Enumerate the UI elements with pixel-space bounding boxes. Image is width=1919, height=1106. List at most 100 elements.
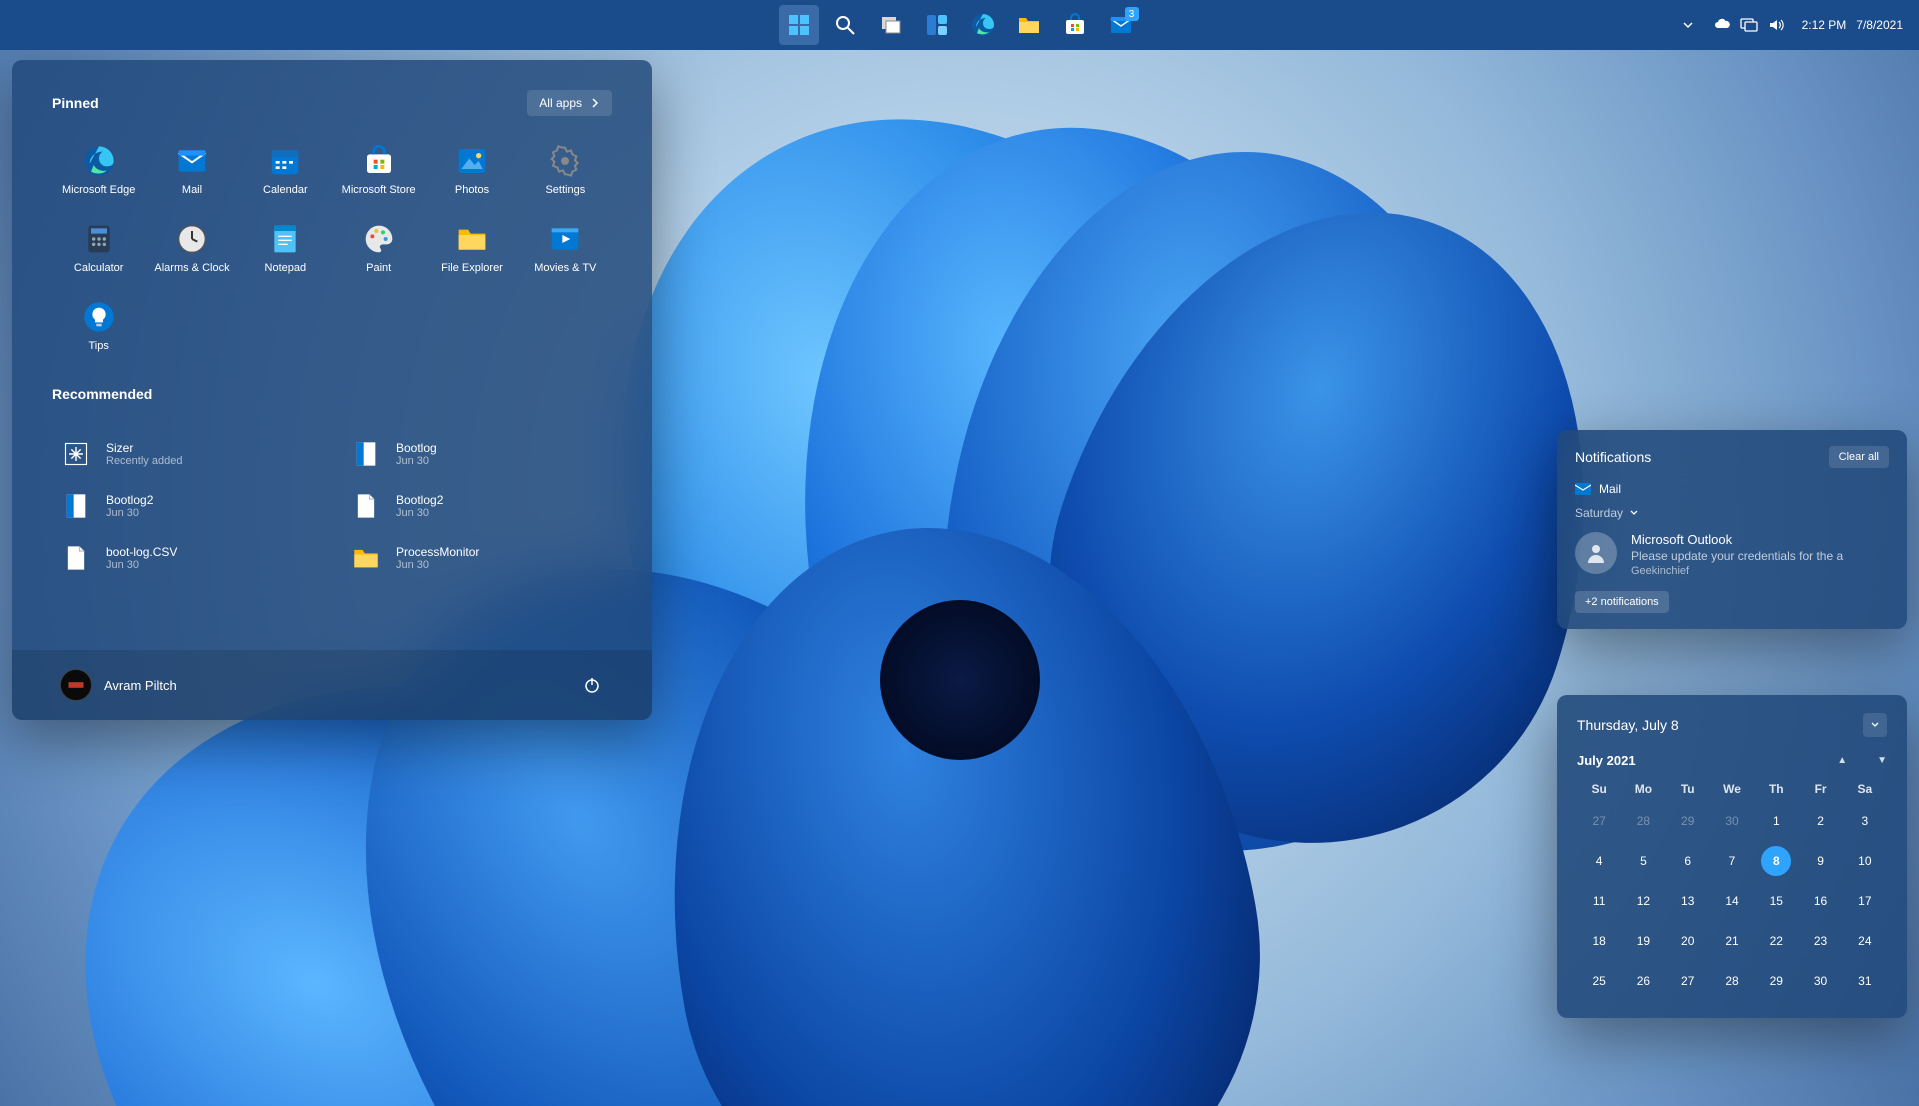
volume-icon [1768, 17, 1784, 33]
taskbar-task-view-button[interactable] [871, 5, 911, 45]
calendar-day[interactable]: 29 [1754, 966, 1798, 996]
recommended-item[interactable]: BootlogJun 30 [342, 430, 612, 478]
pinned-app-store[interactable]: Microsoft Store [332, 134, 425, 206]
calendar-day[interactable]: 16 [1798, 886, 1842, 916]
recommended-item[interactable]: Bootlog2Jun 30 [52, 482, 322, 530]
taskbar-search-button[interactable] [825, 5, 865, 45]
calendar-day[interactable]: 22 [1754, 926, 1798, 956]
pinned-app-clock[interactable]: Alarms & Clock [145, 212, 238, 284]
tray-icons[interactable] [1706, 5, 1792, 45]
pinned-app-label: Calculator [74, 262, 124, 274]
notification-day-label: Saturday [1575, 506, 1623, 520]
calendar-day[interactable]: 5 [1621, 846, 1665, 876]
pinned-app-notepad[interactable]: Notepad [239, 212, 332, 284]
recommended-item[interactable]: SizerRecently added [52, 430, 322, 478]
pinned-app-mail[interactable]: Mail [145, 134, 238, 206]
calendar-dow: Mo [1621, 782, 1665, 796]
clock-button[interactable]: 2:12 PM 7/8/2021 [1796, 5, 1909, 45]
pinned-app-movies[interactable]: Movies & TV [519, 212, 612, 284]
all-apps-label: All apps [539, 96, 582, 110]
calendar-day[interactable]: 3 [1843, 806, 1887, 836]
recommended-item[interactable]: boot-log.CSVJun 30 [52, 534, 322, 582]
calendar-day[interactable]: 21 [1710, 926, 1754, 956]
calendar-day[interactable]: 6 [1666, 846, 1710, 876]
calendar-prev-button[interactable]: ▲ [1837, 755, 1847, 766]
calendar-day[interactable]: 26 [1621, 966, 1665, 996]
pinned-app-edge[interactable]: Microsoft Edge [52, 134, 145, 206]
calendar-day[interactable]: 2 [1798, 806, 1842, 836]
notepad-icon [268, 222, 302, 256]
taskbar-file-explorer-button[interactable] [1009, 5, 1049, 45]
pinned-app-tips[interactable]: Tips [52, 290, 145, 362]
calendar-dow: Th [1754, 782, 1798, 796]
calendar-day[interactable]: 13 [1666, 886, 1710, 916]
pinned-app-label: Calendar [263, 184, 308, 196]
notification-day-group[interactable]: Saturday [1575, 506, 1889, 520]
calendar-day[interactable]: 23 [1798, 926, 1842, 956]
taskbar-edge-button[interactable] [963, 5, 1003, 45]
calendar-day[interactable]: 1 [1754, 806, 1798, 836]
pinned-app-label: Alarms & Clock [154, 262, 229, 274]
calendar-day[interactable]: 30 [1710, 806, 1754, 836]
recommended-item[interactable]: ProcessMonitorJun 30 [342, 534, 612, 582]
pinned-app-label: Microsoft Store [342, 184, 416, 196]
system-tray: 2:12 PM 7/8/2021 [1674, 5, 1909, 45]
calendar-day[interactable]: 25 [1577, 966, 1621, 996]
pinned-app-settings[interactable]: Settings [519, 134, 612, 206]
user-button[interactable]: Avram Piltch [52, 661, 185, 709]
store-icon [1063, 13, 1087, 37]
calendar-day[interactable]: 30 [1798, 966, 1842, 996]
calendar-grid: SuMoTuWeThFrSa27282930123456789101112131… [1577, 782, 1887, 996]
recommended-item[interactable]: Bootlog2Jun 30 [342, 482, 612, 530]
pinned-app-paint[interactable]: Paint [332, 212, 425, 284]
calendar-day[interactable]: 10 [1843, 846, 1887, 876]
file-explorer-icon [1017, 13, 1041, 37]
calendar-day[interactable]: 9 [1798, 846, 1842, 876]
taskbar-store-button[interactable] [1055, 5, 1095, 45]
calendar-day[interactable]: 27 [1666, 966, 1710, 996]
calendar-day[interactable]: 14 [1710, 886, 1754, 916]
calendar-day[interactable]: 4 [1577, 846, 1621, 876]
calendar-day[interactable]: 24 [1843, 926, 1887, 956]
calendar-day[interactable]: 18 [1577, 926, 1621, 956]
pinned-app-photos[interactable]: Photos [425, 134, 518, 206]
calendar-day[interactable]: 20 [1666, 926, 1710, 956]
pinned-app-calculator[interactable]: Calculator [52, 212, 145, 284]
tray-expand-button[interactable] [1674, 5, 1702, 45]
taskbar-center: 3 [779, 5, 1141, 45]
calendar-day[interactable]: 15 [1754, 886, 1798, 916]
all-apps-button[interactable]: All apps [527, 90, 612, 116]
clear-all-button[interactable]: Clear all [1829, 446, 1889, 468]
calendar-day[interactable]: 29 [1666, 806, 1710, 836]
pinned-app-calendar[interactable]: Calendar [239, 134, 332, 206]
pinned-app-label: Mail [182, 184, 202, 196]
notification-title: Microsoft Outlook [1631, 532, 1889, 547]
calendar-day[interactable]: 27 [1577, 806, 1621, 836]
sizer-icon [60, 438, 92, 470]
edge-icon [971, 13, 995, 37]
calendar-day[interactable]: 11 [1577, 886, 1621, 916]
calendar-day[interactable]: 19 [1621, 926, 1665, 956]
calendar-day[interactable]: 28 [1621, 806, 1665, 836]
calendar-day[interactable]: 17 [1843, 886, 1887, 916]
calendar-collapse-button[interactable] [1863, 713, 1887, 737]
recommended-name: Bootlog2 [396, 493, 443, 507]
taskbar-widgets-button[interactable] [917, 5, 957, 45]
notification-message: Please update your credentials for the a [1631, 549, 1889, 563]
calendar-day[interactable]: 31 [1843, 966, 1887, 996]
calendar-next-button[interactable]: ▼ [1877, 755, 1887, 766]
power-button[interactable] [572, 665, 612, 705]
doc-blue-icon [350, 438, 382, 470]
pinned-app-file-explorer[interactable]: File Explorer [425, 212, 518, 284]
recommended-sub: Jun 30 [396, 559, 479, 571]
calendar-day[interactable]: 28 [1710, 966, 1754, 996]
notification-item[interactable]: Microsoft Outlook Please update your cre… [1575, 532, 1889, 577]
more-notifications-button[interactable]: +2 notifications [1575, 591, 1669, 613]
notification-app-header[interactable]: Mail [1575, 482, 1889, 496]
calendar-dow: We [1710, 782, 1754, 796]
taskbar-start-button[interactable] [779, 5, 819, 45]
calendar-day[interactable]: 7 [1710, 846, 1754, 876]
calendar-day[interactable]: 12 [1621, 886, 1665, 916]
calendar-day[interactable]: 8 [1761, 846, 1791, 876]
taskbar-mail-button[interactable]: 3 [1101, 5, 1141, 45]
